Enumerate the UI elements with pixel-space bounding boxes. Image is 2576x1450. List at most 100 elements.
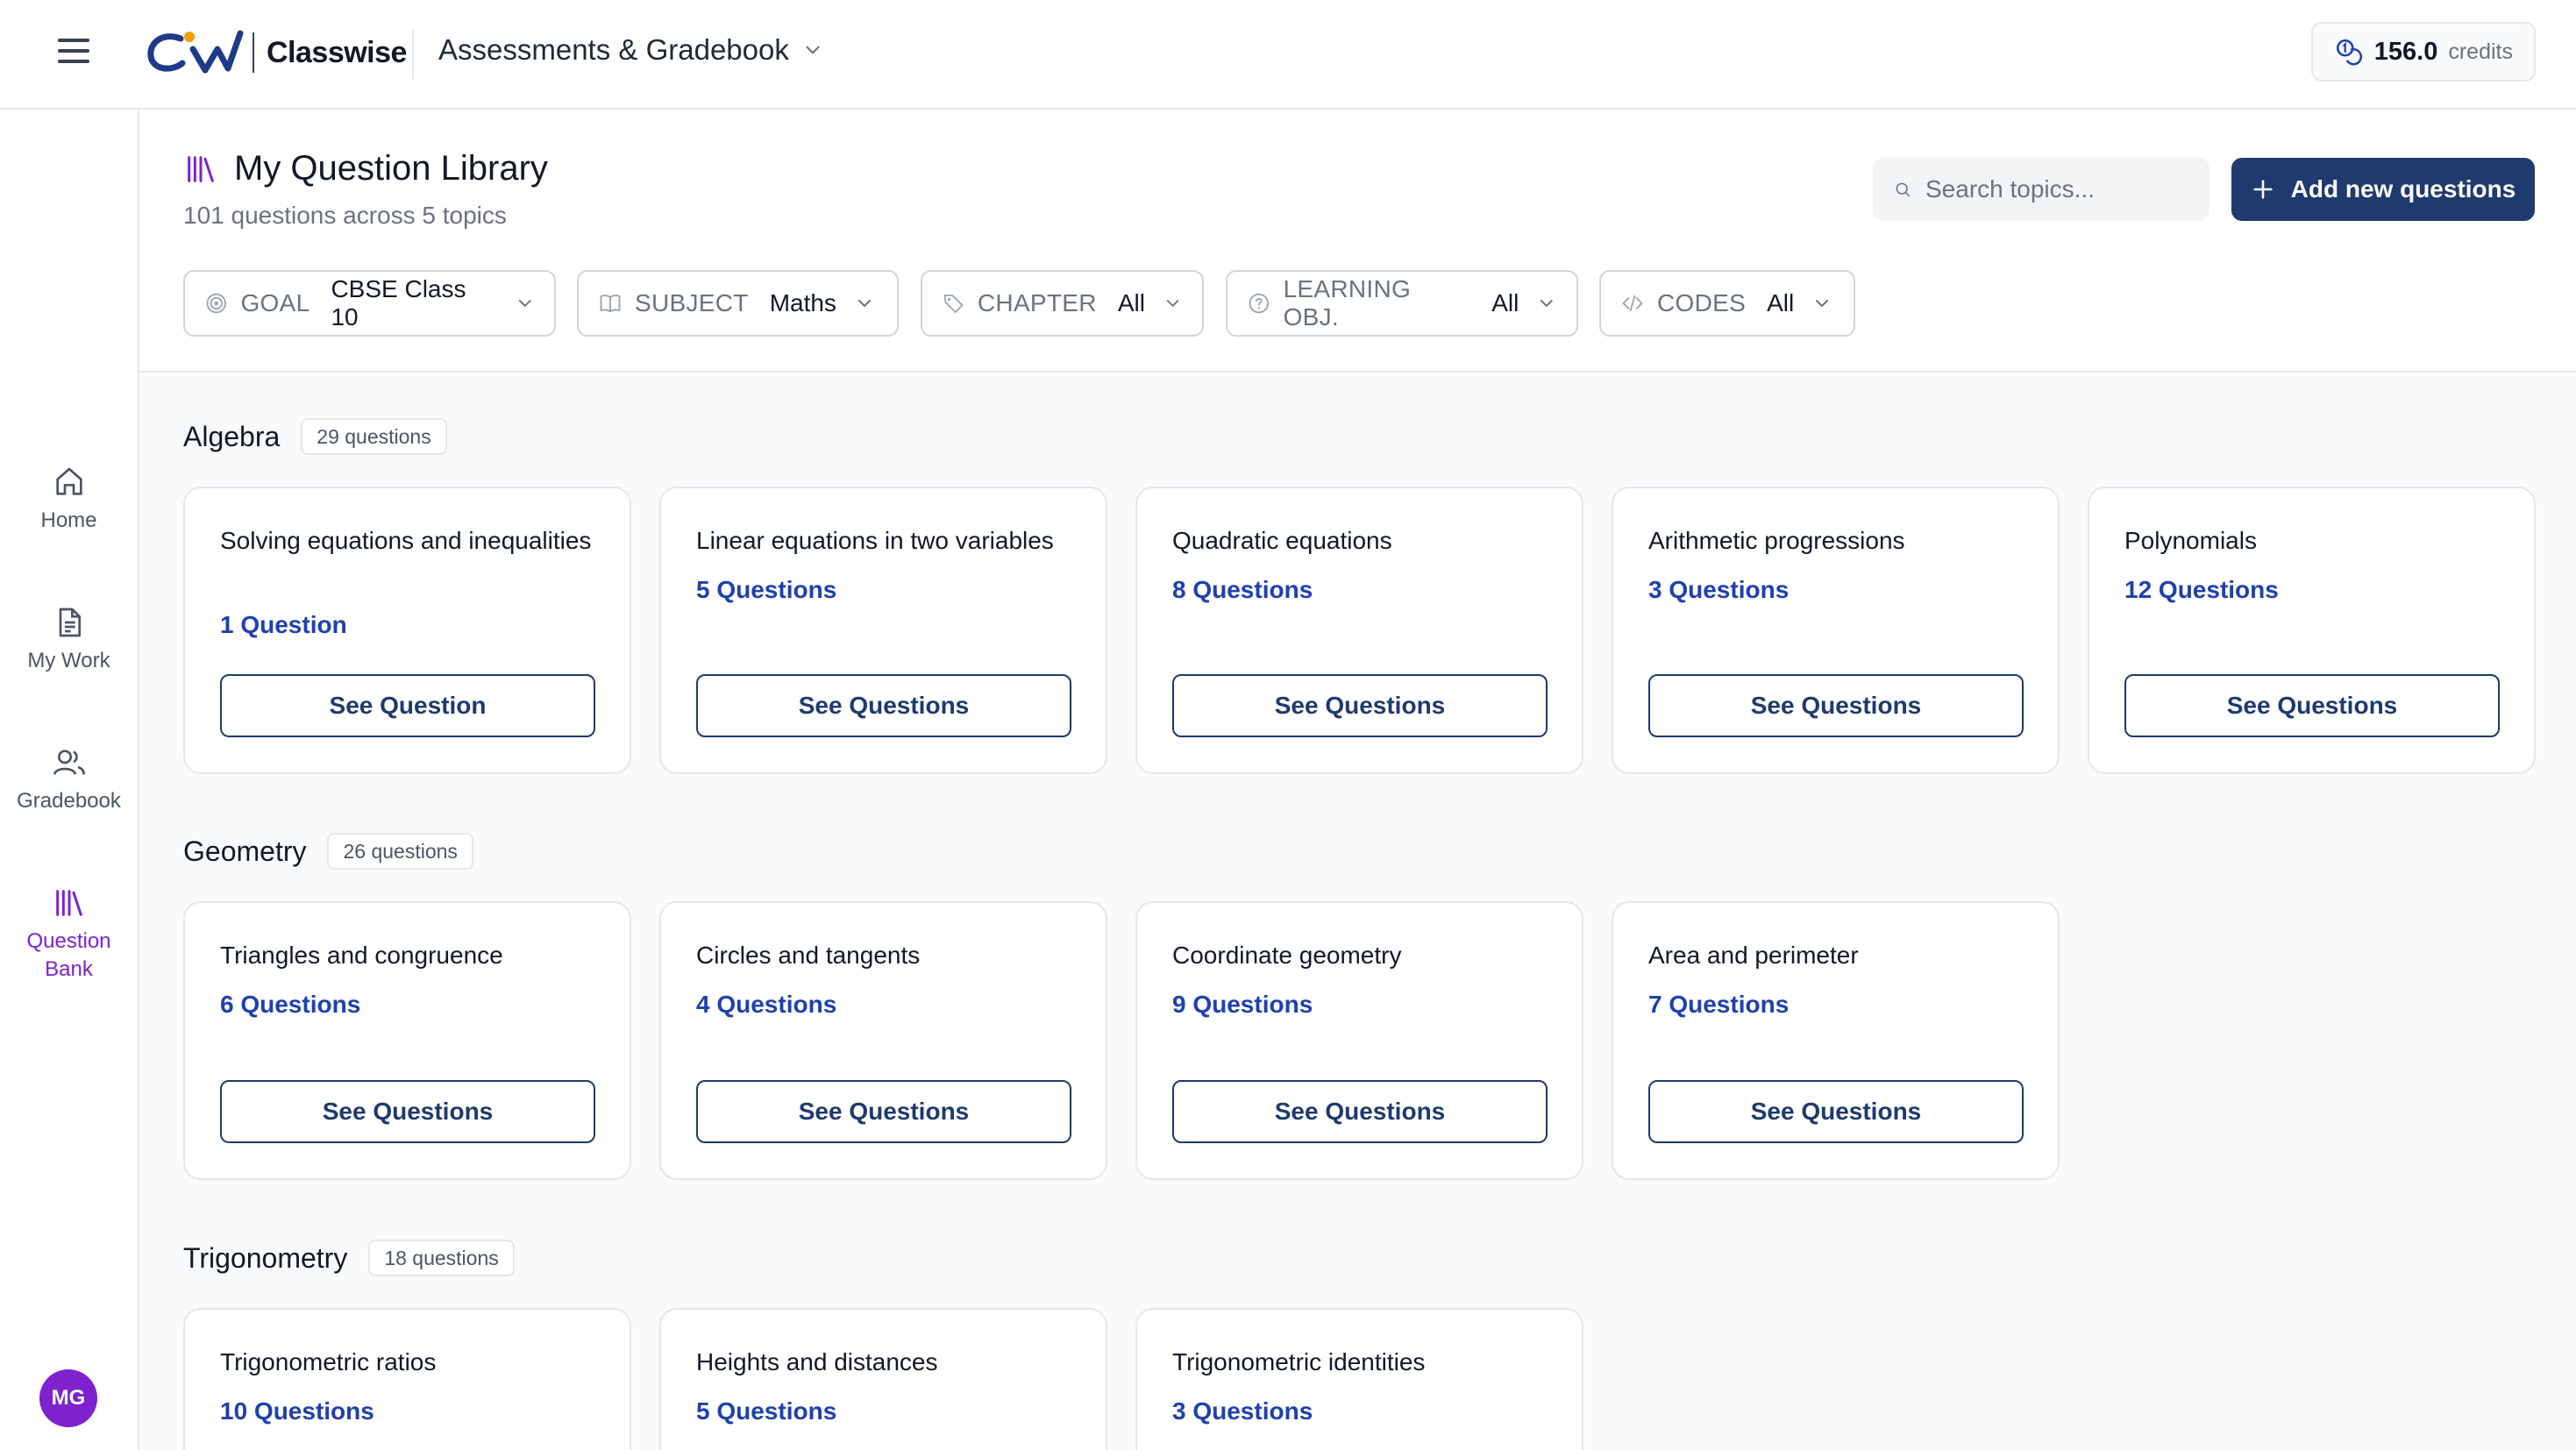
section-header-geometry: Geometry 26 questions bbox=[183, 833, 473, 870]
card-question-count: 8 Questions bbox=[1172, 576, 1313, 603]
see-questions-button[interactable]: See Questions bbox=[1172, 1080, 1548, 1143]
card-title: Arithmetic progressions bbox=[1648, 527, 1905, 554]
see-questions-button[interactable]: See Questions bbox=[1172, 674, 1548, 737]
add-new-questions-button[interactable]: Add new questions bbox=[2231, 158, 2535, 221]
filter-value: All bbox=[1117, 289, 1145, 316]
sidebar: Home My Work Gradebook Question Bank MG bbox=[0, 110, 139, 1450]
search-input[interactable] bbox=[1925, 175, 2188, 203]
help-circle-icon bbox=[1249, 293, 1270, 314]
filter-chapter[interactable]: CHAPTER All bbox=[921, 270, 1204, 337]
sidebar-item-gradebook[interactable]: Gradebook bbox=[0, 745, 138, 815]
filter-key: CODES bbox=[1657, 289, 1747, 316]
see-questions-button[interactable]: See Questions bbox=[696, 674, 1071, 737]
sidebar-item-home[interactable]: Home bbox=[0, 465, 138, 535]
avatar[interactable]: MG bbox=[39, 1369, 97, 1427]
topic-list: Algebra 29 questions Solving equations a… bbox=[139, 374, 2576, 1450]
sidebar-item-label: Home bbox=[40, 508, 97, 532]
see-questions-button[interactable]: See Questions bbox=[696, 1080, 1071, 1143]
card-question-count: 6 Questions bbox=[220, 991, 361, 1018]
topic-card: Trigonometric identities 3 Questions bbox=[1135, 1308, 1583, 1450]
section-title: Geometry bbox=[183, 835, 307, 867]
card-question-count: 12 Questions bbox=[2124, 576, 2279, 603]
page-title-row: My Question Library bbox=[183, 149, 548, 188]
page-title: My Question Library bbox=[234, 149, 548, 188]
card-title: Trigonometric identities bbox=[1172, 1348, 1426, 1375]
card-question-count: 10 Questions bbox=[220, 1397, 374, 1425]
sidebar-item-question-bank[interactable]: Question Bank bbox=[0, 885, 138, 984]
card-question-count: 3 Questions bbox=[1648, 576, 1790, 603]
card-question-count: 5 Questions bbox=[696, 576, 837, 603]
card-title: Triangles and congruence bbox=[220, 942, 503, 969]
filter-goal[interactable]: GOAL CBSE Class 10 bbox=[183, 270, 556, 337]
card-question-count: 7 Questions bbox=[1648, 991, 1790, 1018]
filter-subject[interactable]: SUBJECT Maths bbox=[577, 270, 899, 337]
topic-card: Coordinate geometry 9 Questions See Ques… bbox=[1135, 901, 1583, 1180]
filter-value: Maths bbox=[769, 289, 836, 316]
chevron-down-icon bbox=[857, 300, 871, 307]
top-header: Classwise Assessments & Gradebook 156.0 … bbox=[0, 0, 2576, 110]
filter-key: SUBJECT bbox=[635, 289, 749, 316]
filter-codes[interactable]: CODES All bbox=[1599, 270, 1855, 337]
chevron-down-icon bbox=[1166, 300, 1179, 307]
page-header: My Question Library 101 questions across… bbox=[139, 110, 2576, 373]
card-question-count: 4 Questions bbox=[696, 991, 837, 1018]
product-name: Assessments & Gradebook bbox=[438, 33, 789, 66]
search-box[interactable] bbox=[1873, 158, 2210, 221]
filter-learning-objective[interactable]: LEARNING OBJ. All bbox=[1226, 270, 1578, 337]
card-title: Quadratic equations bbox=[1172, 527, 1392, 554]
card-title: Heights and distances bbox=[696, 1348, 938, 1375]
topic-card: Solving equations and inequalities 1 Que… bbox=[183, 487, 631, 774]
book-icon bbox=[600, 295, 621, 313]
credits-value: 156.0 bbox=[2373, 37, 2438, 66]
topic-card: Polynomials 12 Questions See Questions bbox=[2088, 487, 2536, 774]
sidebar-item-my-work[interactable]: My Work bbox=[0, 605, 138, 675]
hamburger-menu-icon[interactable] bbox=[56, 39, 91, 70]
sidebar-item-label: My Work bbox=[27, 649, 110, 672]
card-question-count: 3 Questions bbox=[1172, 1397, 1313, 1425]
filter-value: All bbox=[1491, 289, 1519, 316]
filter-key: LEARNING OBJ. bbox=[1283, 275, 1412, 331]
topic-card: Area and perimeter 7 Questions See Quest… bbox=[1612, 901, 2060, 1180]
topic-card: Arithmetic progressions 3 Questions See … bbox=[1612, 487, 2060, 774]
section-title: Trigonometry bbox=[183, 1241, 348, 1274]
library-icon bbox=[188, 155, 214, 182]
home-icon bbox=[55, 467, 82, 495]
chevron-down-icon bbox=[518, 300, 531, 307]
tag-icon bbox=[943, 295, 964, 313]
topic-card: Heights and distances 5 Questions bbox=[659, 1308, 1107, 1450]
filter-value: CBSE Class 10 bbox=[331, 275, 466, 331]
card-title: Polynomials bbox=[2124, 527, 2257, 554]
card-title: Linear equations in two variables bbox=[696, 527, 1054, 554]
chevron-down-icon bbox=[1541, 300, 1554, 307]
card-question-count: 5 Questions bbox=[696, 1397, 837, 1425]
topic-card: Circles and tangents 4 Questions See Que… bbox=[659, 901, 1107, 1180]
section-count-badge: 18 questions bbox=[368, 1240, 515, 1276]
see-questions-button[interactable]: See Questions bbox=[220, 1080, 595, 1143]
section-count-badge: 26 questions bbox=[327, 833, 473, 870]
users-icon bbox=[53, 750, 85, 775]
sidebar-item-label: Gradebook bbox=[17, 789, 121, 813]
coins-icon bbox=[2336, 39, 2362, 66]
see-questions-button[interactable]: See Questions bbox=[2124, 674, 2500, 737]
classwise-logo[interactable]: Classwise bbox=[146, 26, 407, 79]
product-switcher[interactable]: Assessments & Gradebook bbox=[438, 33, 824, 67]
see-questions-button[interactable]: See Questions bbox=[1648, 674, 2024, 737]
header-separator bbox=[412, 30, 414, 79]
topic-card: Quadratic equations 8 Questions See Ques… bbox=[1135, 487, 1583, 774]
credits-badge[interactable]: 156.0 credits bbox=[2310, 22, 2536, 82]
see-questions-button[interactable]: See Question bbox=[220, 674, 595, 737]
sidebar-item-label: Question Bank bbox=[26, 929, 111, 981]
library-icon bbox=[55, 890, 82, 916]
section-title: Algebra bbox=[183, 420, 281, 452]
card-question-count: 9 Questions bbox=[1172, 991, 1313, 1018]
card-title: Area and perimeter bbox=[1648, 942, 1859, 969]
topic-card: Triangles and congruence 6 Questions See… bbox=[183, 901, 631, 1180]
page-subtitle: 101 questions across 5 topics bbox=[183, 202, 507, 229]
card-title: Coordinate geometry bbox=[1172, 942, 1402, 969]
chevron-down-icon bbox=[1816, 300, 1829, 307]
logo-text: Classwise bbox=[267, 35, 407, 69]
chevron-down-icon bbox=[806, 46, 820, 54]
search-icon bbox=[1896, 182, 1911, 197]
card-title: Solving equations and inequalities bbox=[220, 527, 592, 554]
see-questions-button[interactable]: See Questions bbox=[1648, 1080, 2024, 1143]
